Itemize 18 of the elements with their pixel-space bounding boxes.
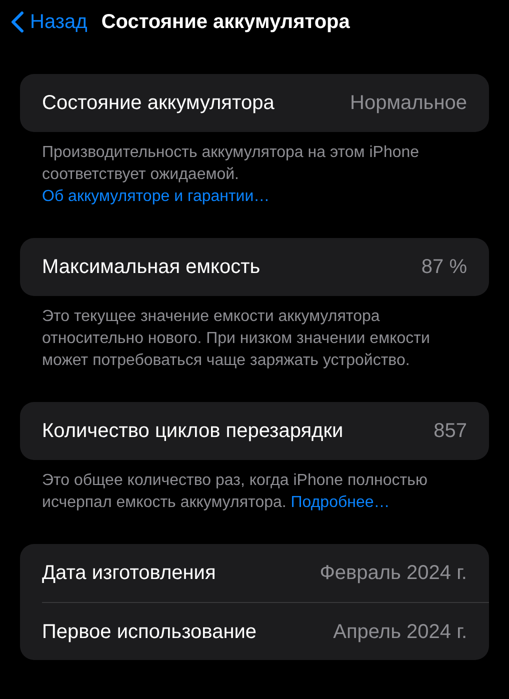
row-label: Первое использование	[42, 620, 257, 644]
back-button[interactable]: Назад	[10, 7, 88, 37]
row-value: Нормальное	[350, 91, 467, 116]
row-value: 857	[434, 419, 467, 444]
page-title: Состояние аккумулятора	[101, 10, 350, 35]
row-label: Дата изготовления	[42, 561, 216, 586]
row-value: 87 %	[421, 255, 467, 280]
info-link[interactable]: Об аккумуляторе и гарантии…	[42, 188, 270, 205]
row-label: Количество циклов перезарядки	[42, 419, 344, 444]
section-footer-text: Производительность аккумулятора на этом iPhone соответствует ожидаемой. Об аккумуляторе и гарантии…	[41, 143, 420, 207]
row-label: Состояние аккумулятора	[42, 91, 274, 116]
section-footer-text: Это общее количество раз, когда iPhone полностью исчерпал емкость аккумулятора. Подробнее…	[41, 471, 428, 513]
row-value: Апрель 2024 г.	[333, 620, 467, 644]
chevron-left-icon	[10, 11, 24, 33]
info-link[interactable]: Подробнее…	[290, 494, 390, 511]
row-value: Февраль 2024 г.	[320, 561, 467, 586]
section-footer-text: Это текущее значение емкости аккумулятора относительно нового. При низком значении емкости может потребоваться чаще заряжать устройство.	[41, 307, 431, 371]
row-label: Максимальная емкость	[42, 255, 260, 280]
